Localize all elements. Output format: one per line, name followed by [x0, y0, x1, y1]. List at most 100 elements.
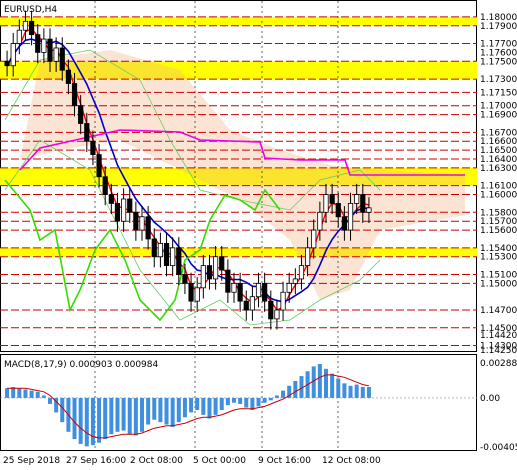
- candle-body[interactable]: [133, 211, 139, 231]
- macd-bar: [35, 391, 40, 398]
- candle-body[interactable]: [22, 20, 29, 31]
- macd-bar: [238, 397, 243, 404]
- macd-bar: [164, 397, 169, 425]
- candle-body[interactable]: [35, 34, 41, 53]
- candle-body[interactable]: [194, 287, 200, 302]
- candle-body[interactable]: [188, 282, 194, 302]
- candle-body[interactable]: [121, 198, 127, 222]
- candle-body[interactable]: [157, 243, 163, 258]
- candle-body[interactable]: [323, 194, 329, 213]
- candle-body[interactable]: [78, 105, 84, 124]
- candle-body[interactable]: [304, 247, 311, 267]
- candle-body[interactable]: [84, 123, 90, 142]
- macd-bar: [146, 397, 151, 425]
- candle-body[interactable]: [90, 140, 96, 155]
- candle-body[interactable]: [231, 282, 237, 293]
- candle-body[interactable]: [4, 60, 10, 67]
- candle-body[interactable]: [96, 154, 102, 178]
- candle-body[interactable]: [317, 211, 323, 231]
- macd-bar: [23, 389, 28, 398]
- price-axis-label: 1.16000: [480, 191, 517, 201]
- chart-canvas[interactable]: 1.180001.179001.177001.176001.175001.173…: [0, 0, 517, 470]
- macd-bar: [109, 397, 114, 435]
- price-axis-label: 1.16900: [480, 111, 517, 121]
- symbol-title: EURUSD,H4: [4, 5, 57, 15]
- macd-bar: [336, 378, 341, 398]
- candle-body[interactable]: [53, 47, 59, 62]
- macd-bar: [262, 397, 267, 403]
- candle-body[interactable]: [249, 296, 255, 311]
- candle-body[interactable]: [102, 176, 108, 195]
- candle-body[interactable]: [286, 282, 292, 293]
- candle-body[interactable]: [139, 216, 145, 231]
- candle-body[interactable]: [170, 247, 176, 267]
- candle-body[interactable]: [329, 194, 335, 204]
- candle-body[interactable]: [255, 282, 262, 298]
- candle-body[interactable]: [360, 194, 366, 213]
- candle-body[interactable]: [108, 194, 114, 204]
- candle-body[interactable]: [292, 278, 298, 284]
- time-axis-label: 5 Oct 00:00: [193, 456, 246, 466]
- candle-body[interactable]: [41, 38, 47, 53]
- time-axis-label: 27 Sep 16:00: [66, 456, 126, 466]
- candle-body[interactable]: [176, 247, 182, 275]
- time-axis-label: 9 Oct 16:00: [258, 456, 311, 466]
- time-axis-label: 2 Oct 08:00: [130, 456, 183, 466]
- candle-body[interactable]: [347, 203, 354, 231]
- candle-body[interactable]: [219, 256, 225, 271]
- macd-bar: [281, 390, 286, 398]
- candle-body[interactable]: [354, 194, 360, 204]
- time-axis-label: 25 Sep 2018: [3, 456, 60, 466]
- candle-body[interactable]: [212, 256, 219, 280]
- macd-bar: [201, 397, 206, 415]
- candle-body[interactable]: [206, 265, 213, 280]
- macd-bar: [342, 383, 347, 398]
- chart-window[interactable]: 1.18000 1.17900 1.17700 1.17600 1.17500 1.173…: [0, 0, 517, 470]
- price-axis-label: 1.17900: [480, 22, 517, 32]
- candle-body[interactable]: [200, 265, 206, 289]
- macd-bar: [97, 397, 102, 443]
- candle-body[interactable]: [182, 274, 188, 284]
- candle-body[interactable]: [366, 207, 372, 213]
- candle-body[interactable]: [280, 291, 286, 311]
- macd-bar: [293, 380, 298, 398]
- candle-body[interactable]: [163, 243, 170, 267]
- candle-body[interactable]: [243, 300, 249, 311]
- candle-body[interactable]: [151, 238, 157, 258]
- macd-bar: [170, 397, 175, 427]
- candle-body[interactable]: [274, 309, 280, 320]
- price-axis-label: 1.15000: [480, 279, 517, 289]
- candle-body[interactable]: [47, 38, 53, 62]
- candle-body[interactable]: [262, 282, 268, 302]
- candle-body[interactable]: [127, 198, 133, 213]
- candle-body[interactable]: [341, 216, 348, 231]
- candle-body[interactable]: [71, 83, 78, 107]
- macd-bar: [41, 395, 46, 398]
- candle-body[interactable]: [28, 20, 35, 36]
- macd-axis-label: 0.00: [480, 394, 500, 404]
- macd-title: MACD(8,17,9) 0.000903 0.000984: [4, 360, 159, 370]
- candle-body[interactable]: [335, 203, 341, 218]
- candle-body[interactable]: [298, 265, 305, 280]
- support-resistance-zone: [0, 247, 477, 257]
- time-axis-label: 12 Oct 08:00: [322, 456, 381, 466]
- macd-bar: [78, 397, 83, 444]
- candle-body[interactable]: [145, 216, 151, 240]
- candle-body[interactable]: [225, 269, 231, 293]
- candle-body[interactable]: [10, 43, 16, 67]
- macd-bar: [354, 384, 359, 398]
- price-axis-label: 1.14700: [480, 306, 517, 316]
- price-axis-label: 1.15600: [480, 226, 517, 236]
- candle-body[interactable]: [59, 47, 65, 71]
- candle-body[interactable]: [114, 203, 121, 222]
- macd-bar: [140, 397, 144, 432]
- candle-body[interactable]: [311, 229, 317, 249]
- price-axis-label: 1.16300: [480, 164, 517, 174]
- candle-body[interactable]: [65, 69, 71, 84]
- candle-body[interactable]: [237, 282, 243, 302]
- macd-bar: [219, 397, 224, 411]
- macd-bar: [29, 390, 34, 398]
- macd-bar: [348, 385, 353, 398]
- candle-body[interactable]: [16, 29, 22, 44]
- candle-body[interactable]: [268, 300, 274, 320]
